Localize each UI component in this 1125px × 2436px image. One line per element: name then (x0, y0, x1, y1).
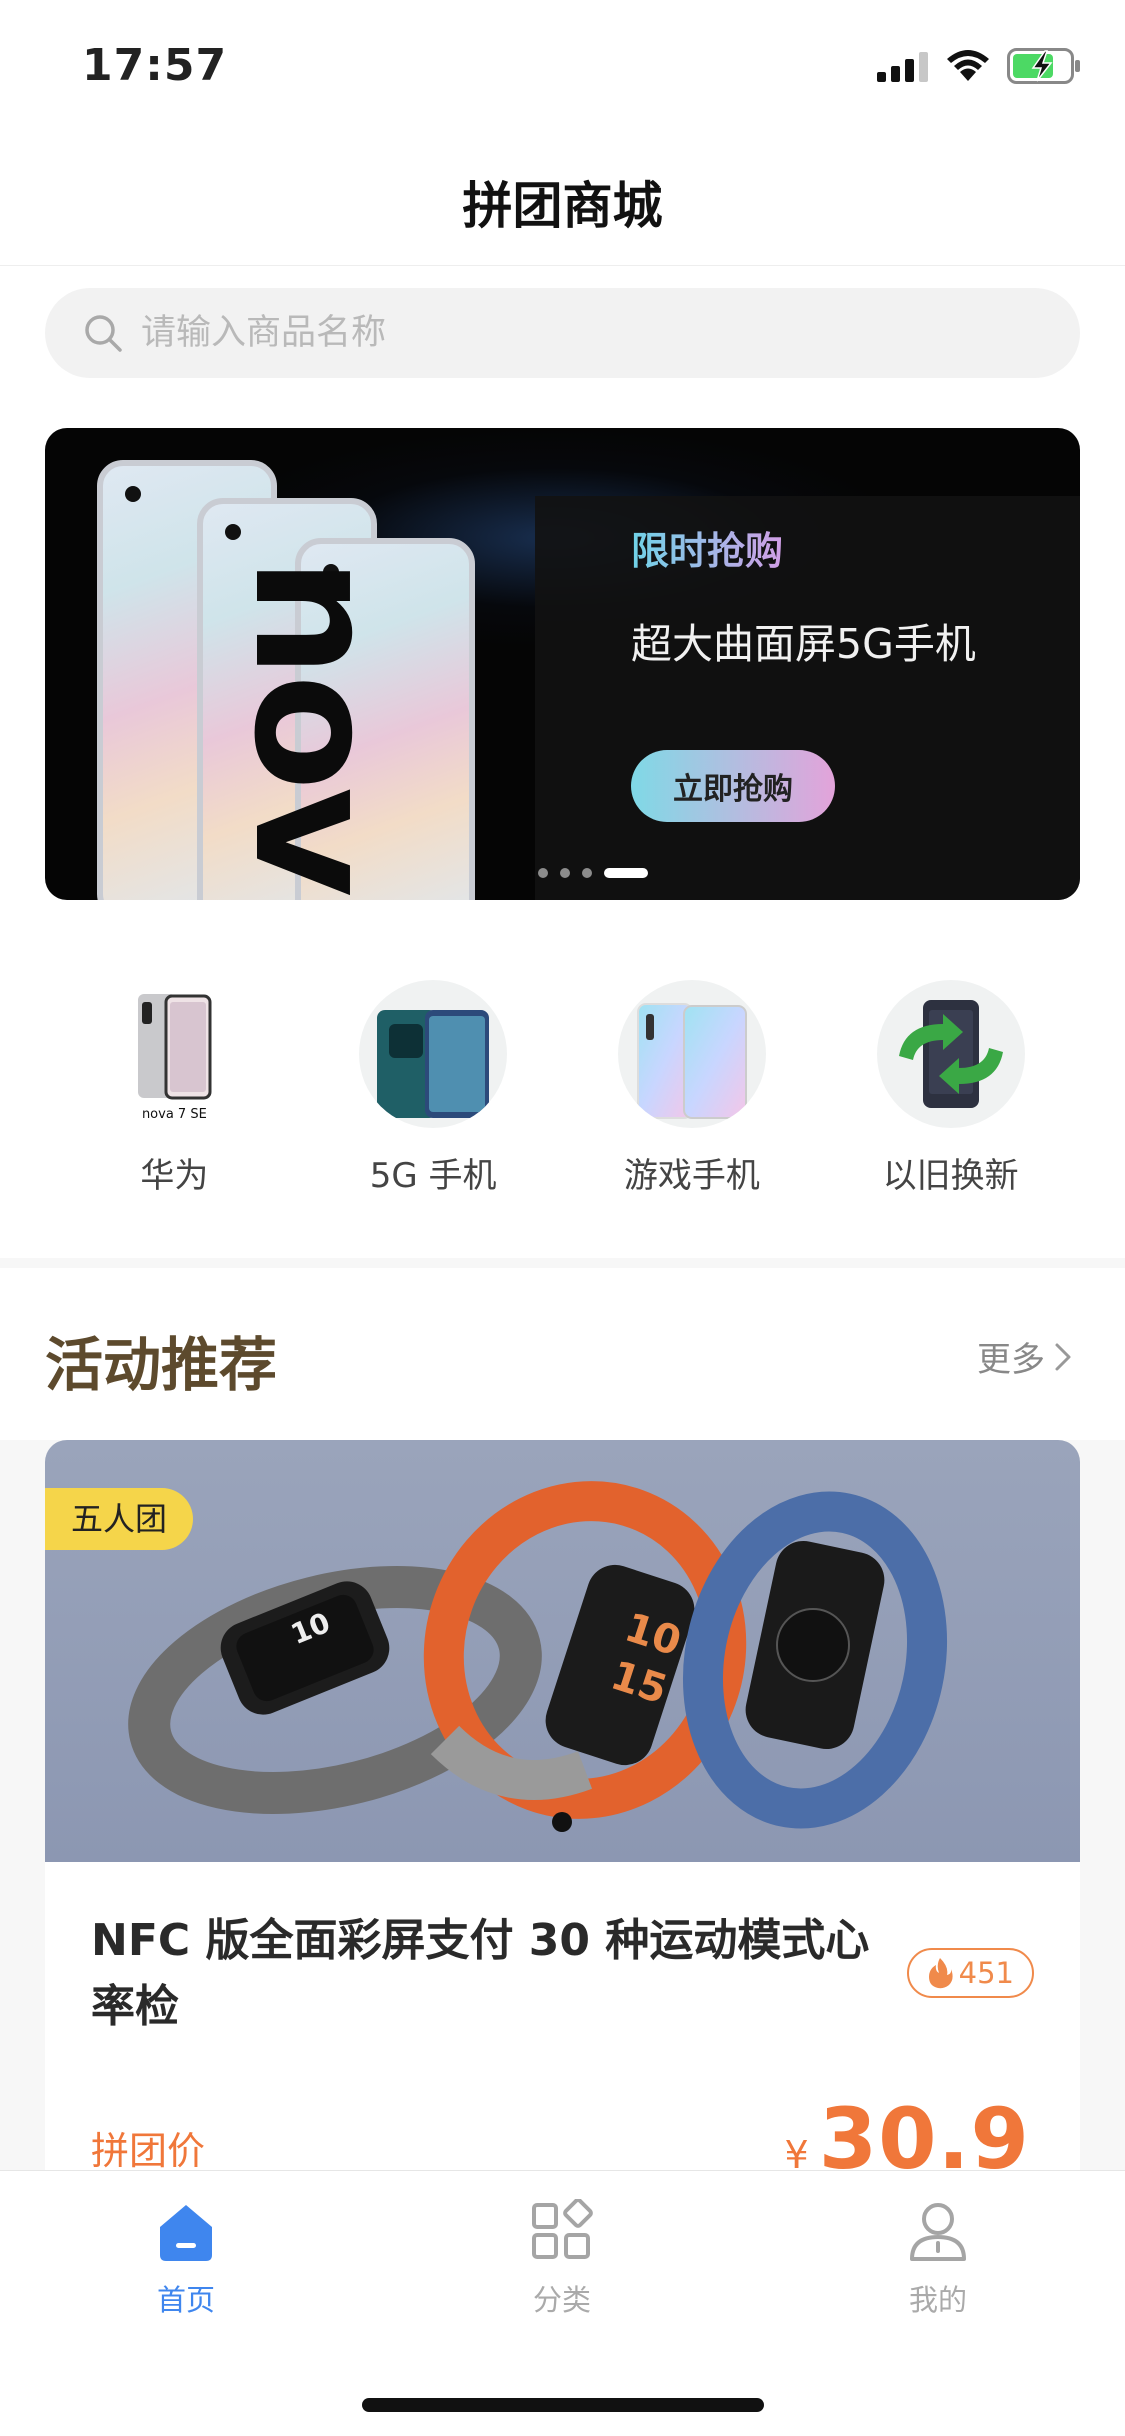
app-screen: 17:57 拼团商城 请输入商品名称 nova 限时抢购 超大曲面屏5G手机 立… (0, 0, 1125, 2436)
search-icon (85, 315, 122, 352)
tab-category[interactable]: 分类 (462, 2199, 662, 2319)
category-label: 华为 (140, 1156, 209, 1196)
popularity-count: 451 (958, 1956, 1014, 1990)
category-gaming-phone[interactable]: 游戏手机 (592, 980, 792, 1197)
category-grid: nova 7 SE 华为 5G 手机 游戏手机 以旧换新 (0, 980, 1125, 1197)
search-input[interactable] (141, 313, 1041, 353)
page-title: 拼团商城 (462, 177, 663, 235)
battery-charging-icon (1007, 48, 1080, 84)
bottom-tab-bar: 首页 分类 我的 (0, 2170, 1125, 2436)
promo-title: 限时抢购 (631, 520, 783, 575)
gaming-phone-icon (617, 980, 766, 1128)
product-image[interactable]: 10 10 15 五人团 (45, 1440, 1080, 1862)
fitness-bands-image (128, 1481, 948, 1829)
product-name[interactable]: NFC 版全面彩屏支付 30 种运动模式心率检 (91, 1908, 871, 2040)
phone-camera (225, 524, 241, 540)
category-label: 游戏手机 (623, 1156, 760, 1196)
group-size-badge: 五人团 (45, 1488, 194, 1550)
trade-in-icon (876, 980, 1025, 1128)
more-link[interactable]: 更多 (977, 1332, 1073, 1381)
search-section (0, 266, 1125, 398)
status-icons (877, 48, 1081, 84)
banner-phone-brand: nova (216, 557, 414, 900)
gaming-phone-image (636, 1003, 747, 1119)
wifi-icon (947, 50, 989, 81)
category-huawei[interactable]: nova 7 SE 华为 (74, 980, 274, 1197)
activity-section-header: 活动推荐 更多 (0, 1268, 1125, 1440)
search-bar[interactable] (45, 288, 1080, 378)
buy-now-button[interactable]: 立即抢购 (631, 750, 835, 822)
5g-phone-image (377, 1010, 490, 1118)
product-card[interactable]: 10 10 15 五人团 NFC 版全面彩屏支付 30 种运动模式心率检 451… (45, 1440, 1080, 2200)
navigation-bar: 拼团商城 (0, 130, 1125, 266)
pagination-dot[interactable] (537, 868, 548, 878)
pagination-dot-active[interactable] (603, 868, 648, 878)
huawei-caption: nova 7 SE (141, 1107, 207, 1122)
banner-pagination[interactable] (45, 868, 1080, 878)
huawei-phone-image (138, 994, 212, 1100)
flame-icon (928, 1958, 953, 1989)
promo-banner[interactable]: nova 限时抢购 超大曲面屏5G手机 立即抢购 (45, 428, 1080, 900)
tab-profile[interactable]: 我的 (838, 2199, 1038, 2319)
category-icon (532, 2199, 593, 2259)
home-icon (160, 2205, 212, 2261)
category-trade-in[interactable]: 以旧换新 (851, 980, 1051, 1197)
pagination-dot[interactable] (559, 868, 570, 878)
tab-home[interactable]: 首页 (86, 2199, 286, 2319)
image-pagination-dot[interactable] (552, 1812, 572, 1832)
signal-icon (877, 52, 928, 82)
promo-subtitle: 超大曲面屏5G手机 (631, 620, 976, 668)
status-time: 17:57 (82, 40, 228, 91)
huawei-phone-icon: nova 7 SE (100, 980, 249, 1128)
status-bar: 17:57 (0, 0, 1125, 130)
tab-label: 我的 (908, 2283, 967, 2317)
phone-camera (125, 486, 141, 502)
home-indicator[interactable] (362, 2398, 764, 2412)
home-content: nova 限时抢购 超大曲面屏5G手机 立即抢购 nova 7 SE 华为 5G… (0, 398, 1125, 1258)
section-title: 活动推荐 (45, 1331, 278, 1399)
chevron-right-icon (1055, 1343, 1071, 1370)
trade-in-image (898, 1000, 1003, 1108)
tab-label: 分类 (532, 2283, 591, 2317)
5g-phone-icon (359, 980, 508, 1128)
category-label: 5G 手机 (369, 1156, 497, 1196)
profile-icon (910, 2203, 966, 2261)
category-label: 以旧换新 (882, 1156, 1019, 1196)
category-5g-phone[interactable]: 5G 手机 (333, 980, 533, 1197)
promo-box (535, 496, 1080, 900)
price-label: 拼团价 (91, 2129, 206, 2173)
pagination-dot[interactable] (581, 868, 592, 878)
tab-label: 首页 (156, 2283, 215, 2317)
more-label: 更多 (977, 1340, 1045, 1380)
popularity-badge: 451 (906, 1948, 1034, 1998)
